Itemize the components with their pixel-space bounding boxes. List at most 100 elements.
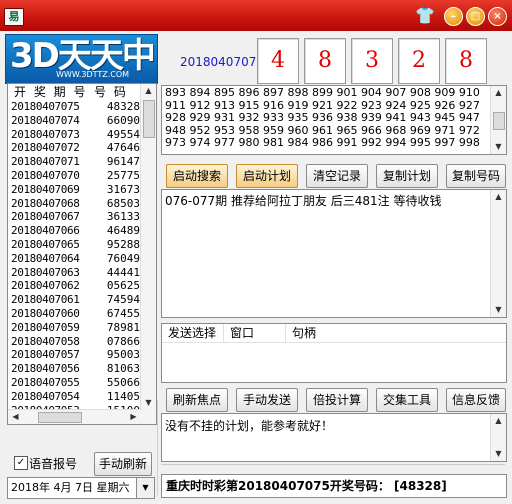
message-text: 没有不挂的计划，能参考就好！ [165, 419, 334, 433]
shirt-icon[interactable]: 👕 [415, 7, 435, 24]
list-item[interactable]: 20180407057 95003 [8, 348, 156, 362]
list-item[interactable]: 20180407062 05625 [8, 279, 156, 293]
list-item[interactable]: 20180407060 67455 [8, 307, 156, 321]
start-plan-button[interactable]: 启动计划 [236, 164, 298, 188]
scroll-thumb[interactable] [143, 100, 155, 138]
scroll-thumb[interactable] [493, 112, 505, 130]
period-cell: 20180407074 [11, 113, 80, 127]
list-item[interactable]: 20180407074 66090 [8, 114, 156, 128]
clear-record-button[interactable]: 清空记录 [306, 164, 368, 188]
digit-box-5: 8 [445, 38, 487, 84]
start-search-button[interactable]: 启动搜索 [166, 164, 228, 188]
list-item[interactable]: 20180407059 78981 [8, 321, 156, 335]
exchange-tools-button[interactable]: 交集工具 [376, 388, 438, 412]
number-cell: 49554 [106, 127, 140, 141]
number-cell: 67455 [106, 306, 140, 320]
copy-number-button[interactable]: 复制号码 [446, 164, 506, 188]
plan-text: 076-077期 推荐给阿拉丁朋友 后三481注 等待收钱 [165, 194, 442, 208]
list-item[interactable]: 20180407064 76049 [8, 252, 156, 266]
scroll-down-icon[interactable]: ▼ [491, 447, 506, 461]
number-cell: 95003 [106, 348, 140, 362]
list-item[interactable]: 20180407055 55066 [8, 376, 156, 390]
column-send-select: 发送选择 [162, 324, 224, 342]
list-item[interactable]: 20180407061 74594 [8, 293, 156, 307]
list-item[interactable]: 20180407063 44441 [8, 266, 156, 280]
number-cell: 95288 [106, 237, 140, 251]
copy-plan-button[interactable]: 复制计划 [376, 164, 438, 188]
grid-vertical-scrollbar[interactable]: ▲ ▼ [490, 86, 506, 154]
manual-refresh-button[interactable]: 手动刷新 [94, 452, 152, 476]
logo: 3D天天中 WWW.3DTTZ.COM [5, 34, 158, 84]
restore-icon[interactable]: □ [466, 7, 485, 26]
period-cell: 20180407058 [11, 334, 80, 348]
number-cell: 47646 [106, 141, 140, 155]
list-item[interactable]: 20180407073 49554 [8, 128, 156, 142]
number-grid[interactable]: 893 894 895 896 897 898 899 901 904 907 … [161, 85, 507, 155]
bet-calc-button[interactable]: 倍投计算 [306, 388, 368, 412]
list-item[interactable]: 20180407068 68503 [8, 197, 156, 211]
number-cell: 48328 [106, 100, 140, 113]
list-item[interactable]: 20180407067 36133 [8, 210, 156, 224]
draw-history-list[interactable]: 开 奖 期 号 号 码 20180407075 48328 20180407074 6… [7, 83, 157, 425]
number-cell: 07866 [106, 334, 140, 348]
hscroll-thumb[interactable] [38, 412, 82, 423]
number-cell: 76049 [106, 251, 140, 265]
plan-textbox[interactable]: 076-077期 推荐给阿拉丁朋友 后三481注 等待收钱 ▲ ▼ [161, 189, 507, 318]
date-picker[interactable]: 2018年 4月 7日 星期六 [7, 477, 140, 499]
list-item[interactable]: 20180407069 31673 [8, 183, 156, 197]
list-vertical-scrollbar[interactable]: ▲ ▼ [140, 84, 156, 424]
scroll-left-icon[interactable]: ◀ [8, 410, 23, 424]
send-target-table[interactable]: 发送选择 窗口 句柄 [161, 323, 507, 383]
list-item[interactable]: 20180407075 48328 [8, 100, 156, 114]
list-item[interactable]: 20180407065 95288 [8, 238, 156, 252]
period-cell: 20180407066 [11, 224, 80, 238]
number-cell: 78981 [106, 320, 140, 334]
manual-send-button[interactable]: 手动发送 [236, 388, 298, 412]
scroll-up-icon[interactable]: ▲ [491, 414, 506, 428]
scroll-down-icon[interactable]: ▼ [491, 303, 506, 317]
message-vertical-scrollbar[interactable]: ▲ ▼ [490, 414, 506, 461]
number-cell: 05625 [106, 279, 140, 293]
scroll-right-icon[interactable]: ▶ [126, 410, 141, 424]
scroll-up-icon[interactable]: ▲ [141, 84, 156, 98]
digit-box-3: 3 [351, 38, 393, 84]
close-icon[interactable]: × [488, 7, 507, 26]
feedback-button[interactable]: 信息反馈 [446, 388, 506, 412]
scroll-down-icon[interactable]: ▼ [491, 140, 506, 154]
number-grid-text: 893 894 895 896 897 898 899 901 904 907 … [165, 86, 480, 149]
list-item[interactable]: 20180407066 46489 [8, 224, 156, 238]
number-cell: 81063 [106, 362, 140, 376]
number-cell: 74594 [106, 293, 140, 307]
list-item[interactable]: 20180407058 07866 [8, 335, 156, 349]
period-cell: 20180407067 [11, 210, 80, 224]
number-cell: 96147 [106, 155, 140, 169]
number-cell: 55066 [106, 375, 140, 389]
scroll-down-icon[interactable]: ▼ [141, 396, 156, 410]
plan-vertical-scrollbar[interactable]: ▲ ▼ [490, 190, 506, 317]
divider-vertical [157, 400, 158, 495]
chevron-down-icon[interactable]: ▼ [136, 477, 155, 499]
voice-checkbox[interactable]: ✓ [14, 456, 28, 470]
column-window: 窗口 [224, 324, 286, 342]
number-cell: 36133 [106, 210, 140, 224]
list-item[interactable]: 20180407071 96147 [8, 155, 156, 169]
scroll-up-icon[interactable]: ▲ [491, 86, 506, 100]
logo-url: WWW.3DTTZ.COM [56, 70, 130, 79]
minimize-icon[interactable]: – [444, 7, 463, 26]
scroll-up-icon[interactable]: ▲ [491, 190, 506, 204]
number-cell: 66090 [106, 113, 140, 127]
period-cell: 20180407060 [11, 306, 80, 320]
period-cell: 20180407073 [11, 127, 80, 141]
list-item[interactable]: 20180407070 25775 [8, 169, 156, 183]
list-item[interactable]: 20180407072 47646 [8, 141, 156, 155]
send-table-header: 发送选择 窗口 句柄 [162, 324, 506, 343]
current-period: 20180407075 [180, 55, 264, 69]
message-textbox[interactable]: 没有不挂的计划，能参考就好！ ▲ ▼ [161, 413, 507, 462]
list-item[interactable]: 20180407056 81063 [8, 362, 156, 376]
list-horizontal-scrollbar[interactable]: ◀ ▶ [8, 409, 141, 424]
period-cell: 20180407054 [11, 389, 80, 403]
refresh-focus-button[interactable]: 刷新焦点 [166, 388, 228, 412]
period-cell: 20180407070 [11, 168, 80, 182]
list-item[interactable]: 20180407054 11405 [8, 390, 156, 404]
column-handle: 句柄 [292, 326, 317, 340]
